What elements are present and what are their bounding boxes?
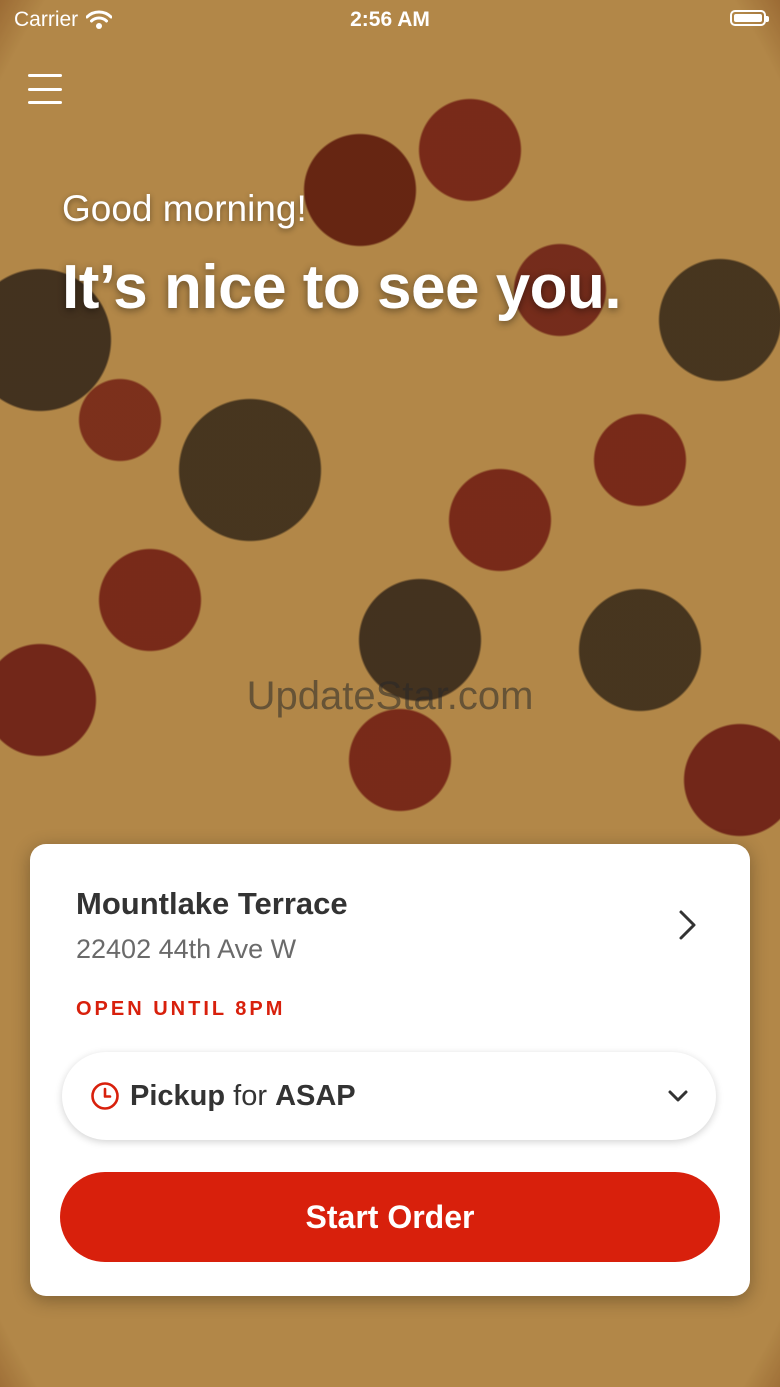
status-bar: Carrier 2:56 AM bbox=[0, 0, 780, 40]
store-hours-status: OPEN UNTIL 8PM bbox=[76, 998, 286, 1020]
hamburger-menu-icon[interactable] bbox=[28, 74, 62, 104]
store-name: Mountlake Terrace bbox=[76, 886, 348, 921]
clock-icon bbox=[91, 1082, 119, 1110]
pickup-time-select[interactable]: Pickup for ASAP bbox=[62, 1052, 716, 1140]
store-selector[interactable]: Mountlake Terrace 22402 44th Ave W bbox=[76, 886, 710, 976]
store-address: 22402 44th Ave W bbox=[76, 934, 297, 964]
order-time: ASAP bbox=[275, 1079, 356, 1112]
chevron-down-icon bbox=[668, 1090, 688, 1102]
status-time: 2:56 AM bbox=[350, 8, 430, 31]
greeting-text: Good morning! bbox=[62, 188, 307, 229]
pickup-summary: Pickup for ASAP bbox=[130, 1080, 356, 1113]
order-connector: for bbox=[233, 1079, 267, 1112]
headline-text: It’s nice to see you. bbox=[62, 253, 622, 322]
chevron-right-icon bbox=[679, 910, 696, 940]
start-order-button[interactable]: Start Order bbox=[60, 1172, 720, 1262]
watermark: UpdateStar.com bbox=[246, 674, 534, 718]
battery-full-icon bbox=[730, 10, 769, 26]
store-card: Mountlake Terrace 22402 44th Ave W OPEN … bbox=[30, 844, 750, 1296]
order-mode: Pickup bbox=[130, 1079, 226, 1112]
